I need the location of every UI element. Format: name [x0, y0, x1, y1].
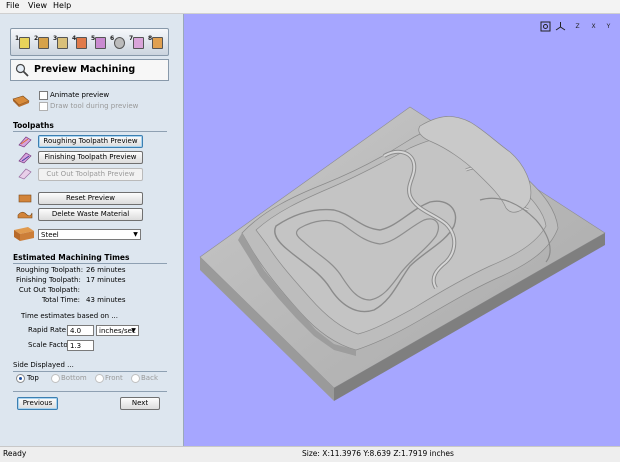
- rapid-rate-label: Rapid Rate: [28, 326, 67, 334]
- previous-button[interactable]: Previous: [17, 397, 58, 410]
- model-size-readout: Size: X:11.3976 Y:8.639 Z:1.7919 inches: [302, 449, 454, 458]
- material-block-icon: [14, 227, 34, 241]
- machined-model-render: [199, 106, 606, 401]
- side-back-radio[interactable]: [131, 374, 140, 383]
- finishing-time-value: 17 minutes: [86, 276, 126, 284]
- next-button[interactable]: Next: [120, 397, 160, 410]
- page-title: Preview Machining: [34, 64, 136, 75]
- wizard-step-bar: 1 2 3 4 5 6 7 8: [10, 28, 169, 56]
- total-time-value: 43 minutes: [86, 296, 126, 304]
- preview-magnifier-icon: [15, 63, 29, 77]
- preview-magnifier-icon: [114, 37, 125, 49]
- total-time-label: Total Time:: [41, 296, 80, 304]
- chevron-down-icon: ▼: [133, 231, 138, 238]
- animate-preview-checkbox[interactable]: [39, 91, 48, 100]
- estimates-note: Time estimates based on ...: [21, 312, 119, 320]
- machining-times-header: Estimated Machining Times: [13, 253, 130, 262]
- 3d-viewport[interactable]: Z X Y: [184, 14, 620, 446]
- side-displayed-header: Side Displayed ...: [13, 361, 74, 369]
- wizard-step-6[interactable]: 6: [110, 34, 125, 49]
- wizard-step-5[interactable]: 5: [91, 34, 106, 49]
- chevron-down-icon: ▼: [131, 327, 136, 334]
- finishing-time-label: Finishing Toolpath:: [16, 276, 81, 284]
- reset-preview-button[interactable]: Reset Preview: [38, 192, 143, 205]
- rapid-rate-input[interactable]: 4.0: [67, 325, 94, 336]
- status-text: Ready: [3, 449, 27, 458]
- wizard-step-1[interactable]: 1: [15, 34, 30, 49]
- divider: [13, 371, 167, 372]
- side-front-label: Front: [105, 374, 123, 382]
- menu-view[interactable]: View: [28, 1, 47, 10]
- wizard-step-7[interactable]: 7: [129, 34, 144, 49]
- step-title-box: Preview Machining: [10, 59, 169, 81]
- scale-factor-input[interactable]: 1.3: [67, 340, 94, 351]
- draw-tool-checkbox[interactable]: [39, 102, 48, 111]
- cutout-toolpath-icon: [18, 168, 32, 180]
- animate-preview-label: Animate preview: [50, 91, 110, 99]
- status-bar: Ready Size: X:11.3976 Y:8.639 Z:1.7919 i…: [0, 446, 620, 462]
- menu-help[interactable]: Help: [53, 1, 71, 10]
- side-top-label: Top: [27, 374, 39, 382]
- wizard-step-3[interactable]: 3: [53, 34, 68, 49]
- save-toolpath-icon: [152, 37, 163, 49]
- scale-factor-label: Scale Factor: [28, 341, 71, 349]
- divider: [13, 131, 167, 132]
- roughing-preview-button[interactable]: Roughing Toolpath Preview: [38, 135, 143, 148]
- roughing-time-label: Roughing Toolpath:: [16, 266, 84, 274]
- wizard-step-8[interactable]: 8: [148, 34, 163, 49]
- side-bottom-radio[interactable]: [51, 374, 60, 383]
- material-select[interactable]: Steel ▼: [38, 229, 141, 240]
- orientation-icon: [57, 37, 68, 49]
- reset-block-icon: [18, 194, 32, 203]
- waste-material-icon: [17, 211, 33, 219]
- roughing-icon: [95, 37, 106, 49]
- cutout-preview-button[interactable]: Cut Out Toolpath Preview: [38, 168, 143, 181]
- wizard-step-4[interactable]: 4: [72, 34, 87, 49]
- finishing-toolpath-icon: [18, 152, 32, 164]
- draw-tool-label: Draw tool during preview: [50, 102, 139, 110]
- rapid-unit-select[interactable]: inches/sec ▼: [96, 325, 139, 336]
- divider: [13, 391, 167, 392]
- side-front-radio[interactable]: [95, 374, 104, 383]
- preview-machining-panel: 1 2 3 4 5 6 7 8 Preview Machining Animat…: [0, 14, 184, 446]
- finishing-preview-button[interactable]: Finishing Toolpath Preview: [38, 151, 143, 164]
- animate-block-icon: [12, 95, 30, 107]
- import-model-icon: [38, 37, 49, 49]
- toolpaths-header: Toolpaths: [13, 121, 54, 130]
- side-back-label: Back: [141, 374, 158, 382]
- roughing-toolpath-icon: [18, 136, 32, 148]
- side-bottom-label: Bottom: [61, 374, 87, 382]
- cutout-icon: [133, 37, 144, 49]
- side-top-radio[interactable]: [16, 374, 25, 383]
- roughing-time-value: 26 minutes: [86, 266, 126, 274]
- menu-bar: File View Help: [0, 0, 620, 14]
- menu-file[interactable]: File: [6, 1, 19, 10]
- job-setup-icon: [19, 37, 30, 49]
- wizard-step-2[interactable]: 2: [34, 34, 49, 49]
- cutout-time-label: Cut Out Toolpath:: [18, 286, 80, 294]
- material-size-icon: [76, 37, 87, 49]
- delete-waste-button[interactable]: Delete Waste Material: [38, 208, 143, 221]
- divider: [13, 263, 167, 264]
